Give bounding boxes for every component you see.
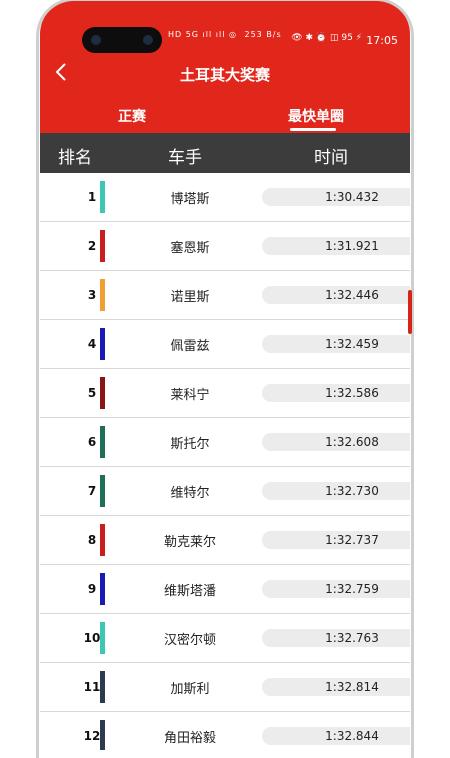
team-color-bar	[100, 181, 105, 213]
team-color-bar	[100, 279, 105, 311]
app-header: HD 5G ıll ıll ◎ 253 B/s 👁 ✱ ⏰ ◫ 95 ⚡ 17:…	[40, 0, 410, 133]
team-color-bar	[100, 720, 105, 750]
lap-time: 1:32.459	[325, 337, 379, 351]
lap-time: 1:32.586	[325, 386, 379, 400]
table-row[interactable]: 10 汉密尔顿 1:32.763	[40, 614, 410, 663]
team-color-bar	[100, 622, 105, 654]
rank-number: 7	[87, 484, 97, 498]
status-right-icons: 👁 ✱ ⏰ ◫ 95 ⚡	[291, 33, 362, 43]
status-network-icons: HD 5G ıll ıll ◎ 253 B/s	[168, 30, 282, 39]
rank-number: 5	[87, 386, 97, 400]
active-tab-indicator	[290, 128, 336, 131]
page-title: 土耳其大奖赛	[179, 66, 270, 84]
lap-time: 1:31.921	[325, 239, 379, 253]
rank-number: 11	[83, 680, 101, 694]
results-list: 1 博塔斯 1:30.432 2 塞恩斯 1:31.921 3 诺里斯 1:32.446 4 佩雷兹…	[40, 173, 410, 750]
rank-number: 10	[83, 631, 101, 645]
team-color-bar	[100, 524, 105, 556]
lap-time: 1:32.814	[325, 680, 379, 694]
status-time: 17:05	[366, 34, 398, 47]
driver-name: 塞恩斯	[170, 241, 210, 256]
driver-name: 加斯利	[170, 682, 210, 697]
network-speed: 253 B/s	[244, 30, 282, 39]
table-row[interactable]: 5 莱科宁 1:32.586	[40, 369, 410, 418]
table-row[interactable]: 6 斯托尔 1:32.608	[40, 418, 410, 467]
driver-name: 维特尔	[170, 486, 210, 501]
camera-lens-icon	[143, 35, 153, 45]
team-color-bar	[100, 230, 105, 262]
lap-time: 1:30.432	[325, 190, 379, 204]
lap-time: 1:32.759	[325, 582, 379, 596]
rank-number: 3	[87, 288, 97, 302]
driver-name: 佩雷兹	[170, 339, 210, 354]
camera-lens-icon	[91, 35, 101, 45]
table-row[interactable]: 7 维特尔 1:32.730	[40, 467, 410, 516]
driver-name: 博塔斯	[170, 192, 210, 207]
table-row[interactable]: 12 角田裕毅 1:32.844	[40, 712, 410, 750]
tab-race[interactable]: 正赛	[118, 106, 146, 126]
lap-time: 1:32.730	[325, 484, 379, 498]
phone-screen: HD 5G ıll ıll ◎ 253 B/s 👁 ✱ ⏰ ◫ 95 ⚡ 17:…	[40, 0, 410, 750]
lap-time: 1:32.608	[325, 435, 379, 449]
lap-time: 1:32.763	[325, 631, 379, 645]
table-header: 排名 车手 时间	[40, 133, 410, 173]
lap-time: 1:32.844	[325, 729, 379, 743]
team-color-bar	[100, 426, 105, 458]
camera-cutout	[82, 27, 162, 53]
table-row[interactable]: 3 诺里斯 1:32.446	[40, 271, 410, 320]
rank-number: 2	[87, 239, 97, 253]
lap-time: 1:32.446	[325, 288, 379, 302]
table-row[interactable]: 4 佩雷兹 1:32.459	[40, 320, 410, 369]
table-row[interactable]: 2 塞恩斯 1:31.921	[40, 222, 410, 271]
team-color-bar	[100, 671, 105, 703]
team-color-bar	[100, 377, 105, 409]
driver-name: 莱科宁	[170, 388, 210, 403]
rank-number: 8	[87, 533, 97, 547]
team-color-bar	[100, 475, 105, 507]
table-row[interactable]: 1 博塔斯 1:30.432	[40, 173, 410, 222]
rank-number: 4	[87, 337, 97, 351]
team-color-bar	[100, 328, 105, 360]
driver-name: 诺里斯	[170, 290, 210, 305]
team-color-bar	[100, 573, 105, 605]
table-row[interactable]: 8 勒克莱尔 1:32.737	[40, 516, 410, 565]
column-time: 时间	[314, 148, 348, 168]
table-row[interactable]: 11 加斯利 1:32.814	[40, 663, 410, 712]
column-rank: 排名	[58, 148, 92, 168]
driver-name: 斯托尔	[170, 437, 210, 452]
column-driver: 车手	[168, 148, 202, 168]
network-icons: HD 5G ıll ıll ◎	[168, 30, 237, 39]
driver-name: 汉密尔顿	[163, 633, 216, 648]
phone-side-button	[408, 290, 412, 334]
driver-name: 维斯塔潘	[163, 584, 216, 599]
rank-number: 6	[87, 435, 97, 449]
rank-number: 1	[87, 190, 97, 204]
driver-name: 角田裕毅	[163, 731, 216, 746]
rank-number: 12	[83, 729, 101, 743]
driver-name: 勒克莱尔	[163, 535, 216, 550]
tab-fastest-lap[interactable]: 最快单圈	[288, 106, 344, 126]
table-row[interactable]: 9 维斯塔潘 1:32.759	[40, 565, 410, 614]
lap-time: 1:32.737	[325, 533, 379, 547]
status-icons: 👁 ✱ ⏰ ◫ 95 ⚡	[291, 33, 362, 43]
rank-number: 9	[87, 582, 97, 596]
